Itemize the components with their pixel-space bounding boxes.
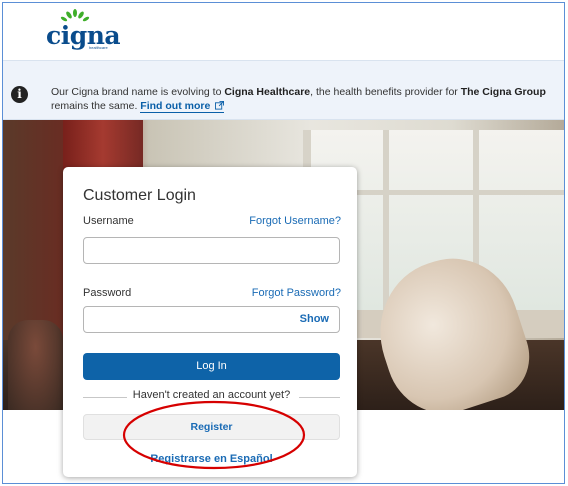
find-out-more-link[interactable]: Find out more	[140, 100, 225, 113]
banner-text-part2: , the health benefits provider for	[310, 86, 461, 98]
password-label: Password	[83, 287, 132, 299]
site-header: cigna healthcare	[3, 3, 564, 60]
no-account-text: Haven't created an account yet?	[132, 389, 291, 401]
cigna-logo[interactable]: cigna healthcare	[46, 9, 126, 53]
banner-bold-1: Cigna Healthcare	[224, 86, 311, 98]
register-button[interactable]: Register	[83, 414, 340, 440]
forgot-username-link[interactable]: Forgot Username?	[249, 215, 341, 227]
logo-subtitle: healthcare	[89, 45, 108, 50]
find-out-more-label: Find out more	[140, 100, 211, 112]
external-link-icon	[215, 101, 225, 110]
logo-wordmark: cigna	[46, 21, 121, 50]
banner-bold-2: The Cigna Group	[460, 86, 546, 98]
username-input[interactable]	[84, 238, 339, 263]
show-password-button[interactable]: Show	[300, 313, 329, 325]
banner-text: Our Cigna brand name is evolving to Cign…	[51, 85, 564, 113]
browser-viewport: cigna healthcare i Our Cigna brand name …	[2, 2, 565, 484]
banner-text-line2: remains the same.	[51, 100, 141, 112]
photo-pane	[383, 130, 389, 310]
username-field[interactable]	[83, 237, 340, 264]
login-title: Customer Login	[83, 187, 196, 204]
info-icon: i	[11, 86, 28, 103]
username-label: Username	[83, 215, 134, 227]
login-card: Customer Login Username Forgot Username?…	[63, 167, 357, 477]
forgot-password-link[interactable]: Forgot Password?	[252, 287, 341, 299]
log-in-button[interactable]: Log In	[83, 353, 340, 380]
registrarse-espanol-link[interactable]: Registrarse en Español	[83, 453, 340, 465]
brand-notice-banner: i Our Cigna brand name is evolving to Ci…	[3, 60, 564, 120]
photo-lamp	[8, 320, 63, 410]
password-field[interactable]: Show	[83, 306, 340, 333]
banner-text-part1: Our Cigna brand name is evolving to	[51, 86, 225, 98]
